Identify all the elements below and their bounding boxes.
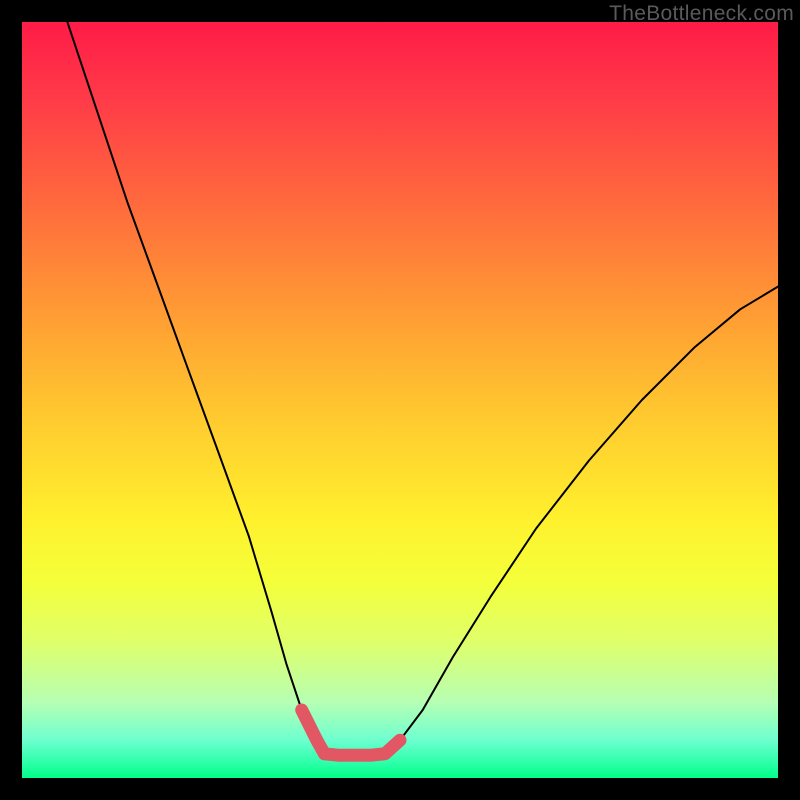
chart-svg: [22, 22, 778, 778]
plot-area: [22, 22, 778, 778]
bottleneck-curve: [67, 22, 778, 755]
chart-frame: TheBottleneck.com: [0, 0, 800, 800]
optimal-zone: [302, 710, 400, 755]
watermark-text: TheBottleneck.com: [609, 2, 794, 26]
